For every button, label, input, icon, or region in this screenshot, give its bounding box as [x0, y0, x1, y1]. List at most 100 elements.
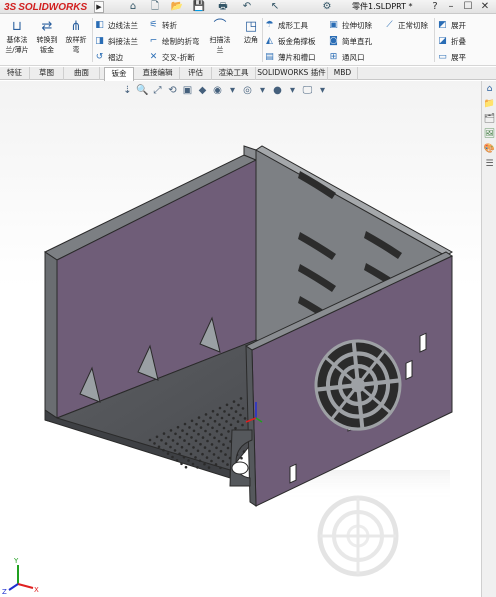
flatten-icon: ▭: [438, 51, 447, 62]
sketched-bend-label: 绘制的折弯: [162, 36, 200, 46]
perforation-hole: [234, 426, 237, 430]
view-palette-icon[interactable]: 🖼: [483, 128, 496, 141]
tab-solidworks-addins[interactable]: SOLIDWORKS 插件: [256, 67, 328, 80]
left-wall: [44, 251, 58, 419]
open-folder-icon[interactable]: 📂: [168, 1, 186, 13]
tab-and-slot-button[interactable]: ▤ 薄片和槽口: [264, 50, 315, 64]
vent-label: 通风口: [342, 52, 365, 62]
perforation-hole: [227, 413, 231, 417]
tab-surfaces[interactable]: 曲面: [64, 67, 100, 80]
tab-direct-editing[interactable]: 直接编辑: [136, 67, 180, 80]
perforation-hole: [237, 403, 240, 407]
cross-break-icon: ✕: [149, 51, 158, 62]
sheet-metal-enclosure-model[interactable]: Y X Z: [0, 81, 481, 597]
perforation-hole: [192, 429, 196, 433]
edge-flange-button[interactable]: ◧ 边线法兰: [94, 18, 138, 32]
perforation-hole: [167, 435, 170, 439]
title-bar: 3S SOLIDWORKS ▶ ⌂ 🗋 📂 💾 🖶 ↶ ↖ ⚙ 零件1.SLDP…: [0, 0, 496, 14]
perforation-hole: [229, 423, 233, 427]
perforation-hole: [169, 429, 173, 432]
perforation-hole: [199, 442, 202, 446]
extruded-cut-button[interactable]: ▣ 拉伸切除: [328, 18, 372, 32]
menu-expand-button[interactable]: ▶: [94, 1, 104, 13]
perforation-hole: [213, 436, 216, 440]
select-arrow-icon[interactable]: ↖: [266, 1, 284, 13]
perforation-hole: [198, 459, 202, 463]
perforation-hole: [183, 422, 187, 426]
perforation-hole: [220, 433, 223, 436]
perforation-hole: [178, 435, 182, 439]
file-explorer-icon[interactable]: 🗂: [483, 113, 496, 126]
convert-to-sheet-metal-button[interactable]: ⇄ 转换到 钣金: [32, 19, 62, 65]
perforation-hole: [222, 443, 225, 446]
perforation-hole: [190, 419, 194, 423]
cross-break-button[interactable]: ✕ 交叉-折断: [148, 50, 195, 64]
lofted-bend-button[interactable]: ⋔ 放样折 弯: [61, 19, 91, 65]
miter-flange-button[interactable]: ◨ 斜接法兰: [94, 34, 138, 48]
perforation-hole: [224, 453, 227, 456]
swept-flange-button[interactable]: ⌒ 扫描法 兰: [205, 19, 235, 65]
perforation-hole: [187, 459, 190, 462]
vent-button[interactable]: ⊞ 通风口: [328, 50, 365, 64]
perforation-hole: [221, 459, 225, 463]
tab-evaluate[interactable]: 评估: [180, 67, 212, 80]
save-icon[interactable]: 💾: [190, 1, 208, 13]
tab-features[interactable]: 特征: [0, 67, 30, 80]
ribbon-separator: [434, 18, 435, 62]
tab-mbd[interactable]: MBD: [328, 67, 358, 80]
print-icon[interactable]: 🖶: [214, 1, 232, 13]
perforation-hole: [211, 426, 214, 430]
sketched-bend-button[interactable]: ⌐ 绘制的折弯: [148, 34, 200, 48]
command-manager-ribbon: ⊔ 基体法 兰/薄片 ⇄ 转换到 钣金 ⋔ 放样折 弯 ◧ 边线法兰 ◨ 斜接法兰 …: [0, 14, 496, 66]
perforation-hole: [174, 432, 177, 436]
fold-label: 折叠: [451, 36, 466, 46]
perforation-hole: [162, 432, 166, 435]
fold-button[interactable]: ◪ 折叠: [437, 34, 466, 48]
home-icon[interactable]: ⌂: [124, 1, 142, 13]
close-button[interactable]: ✕: [478, 0, 492, 14]
resources-home-icon[interactable]: ⌂: [483, 83, 496, 96]
solidworks-logo[interactable]: 3S SOLIDWORKS: [4, 1, 87, 13]
tab-render-tools[interactable]: 渲染工具: [212, 67, 256, 80]
lofted-bend-label-2: 弯: [72, 46, 80, 54]
perforation-hole: [226, 446, 230, 450]
normal-cut-button[interactable]: ⟋ 正常切除: [384, 18, 428, 32]
swept-flange-icon: ⌒: [213, 19, 227, 34]
perforation-hole: [226, 463, 229, 466]
jog-button[interactable]: ⚟ 转折: [148, 18, 177, 32]
hem-button[interactable]: ↺ 褶边: [94, 50, 123, 64]
design-library-icon[interactable]: 📁: [483, 98, 496, 111]
perforation-hole: [176, 425, 180, 429]
unfold-button[interactable]: ◩ 展开: [437, 18, 466, 32]
maximize-button[interactable]: ☐: [461, 0, 475, 14]
perforation-hole: [153, 442, 156, 445]
tab-sketch[interactable]: 草图: [30, 67, 64, 80]
perforation-hole: [196, 466, 199, 469]
appearances-icon[interactable]: 🎨: [483, 143, 496, 156]
help-icon[interactable]: ?: [428, 0, 442, 14]
perforation-hole: [241, 407, 245, 410]
custom-properties-icon[interactable]: ☰: [483, 158, 496, 171]
minimize-button[interactable]: –: [444, 0, 458, 14]
gusset-button[interactable]: ◭ 钣金角撑板: [264, 34, 315, 48]
options-gear-icon[interactable]: ⚙: [318, 1, 336, 13]
tab-hole: [231, 461, 249, 475]
perforation-hole: [204, 413, 208, 416]
graphics-area[interactable]: ⇣ 🔍 ⤢ ⟲ ▣ ◆ ◉ ▾ ◎ ▾ ● ▾ 🖵 ▾ Y X Z: [0, 81, 481, 597]
simple-hole-button[interactable]: ◙ 简单直孔: [328, 34, 372, 48]
perforation-hole: [171, 455, 174, 459]
flatten-button[interactable]: ▭ 展平: [437, 50, 466, 64]
tab-sheet-metal[interactable]: 钣金: [104, 67, 134, 81]
normal-cut-label: 正常切除: [398, 20, 428, 30]
perforation-hole: [192, 446, 195, 449]
new-document-icon[interactable]: 🗋: [146, 1, 164, 13]
forming-tool-button[interactable]: ☂ 成形工具: [264, 18, 308, 32]
logo-text: SOLIDWORKS: [18, 1, 88, 13]
forming-tool-icon: ☂: [265, 19, 274, 30]
perforation-hole: [155, 435, 159, 439]
perforation-hole: [148, 438, 152, 442]
undo-icon[interactable]: ↶: [238, 1, 256, 13]
perforation-hole: [227, 430, 230, 433]
base-flange-button[interactable]: ⊔ 基体法 兰/薄片: [2, 19, 32, 65]
perforation-hole: [212, 453, 216, 456]
